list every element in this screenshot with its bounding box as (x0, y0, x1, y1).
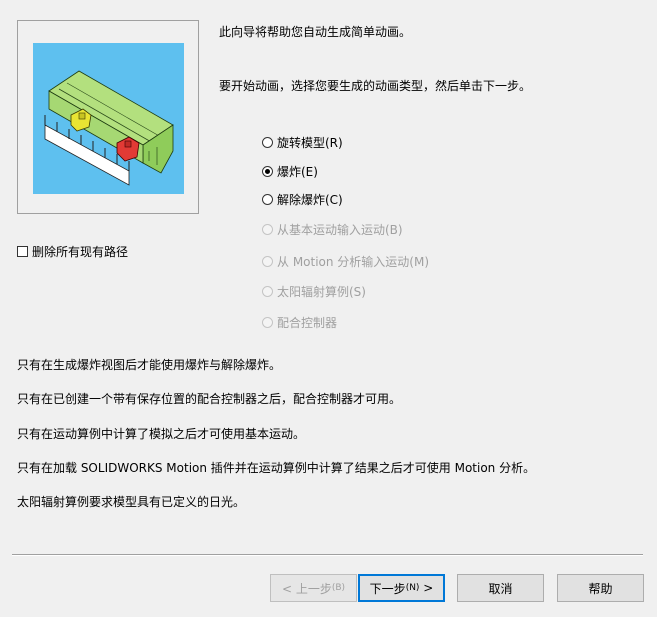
radio-label: 从基本运动输入运动(B) (277, 222, 403, 237)
button-bar-separator (12, 554, 643, 556)
radio-mate-controller: 配合控制器 (262, 314, 337, 330)
radio-collapse[interactable]: 解除爆炸(C) (262, 191, 343, 207)
intro-text-instructions: 要开始动画，选择您要生成的动画类型，然后单击下一步。 (219, 79, 532, 93)
intro-text-wizard-purpose: 此向导将帮助您自动生成简单动画。 (219, 25, 412, 39)
radio-import-basic-motion: 从基本运动输入运动(B) (262, 221, 403, 237)
note-motion-analysis-availability: 只有在加载 SOLIDWORKS Motion 插件并在运动算例中计算了结果之后… (17, 461, 536, 475)
next-button[interactable]: 下一步 (N) > (358, 574, 445, 602)
radio-import-motion-analysis: 从 Motion 分析输入运动(M) (262, 253, 429, 269)
help-button-label: 帮助 (588, 581, 613, 596)
radio-explode[interactable]: 爆炸(E) (262, 163, 318, 179)
delete-existing-paths-checkbox[interactable]: 删除所有现有路径 (17, 243, 128, 260)
assembly-model-preview-image (33, 43, 184, 194)
radio-label: 从 Motion 分析输入运动(M) (277, 254, 430, 269)
note-explode-availability: 只有在生成爆炸视图后才能使用爆炸与解除爆炸。 (17, 358, 282, 372)
cancel-button-label: 取消 (488, 581, 513, 596)
radio-label: 爆炸(E) (277, 164, 318, 179)
radio-indicator[interactable] (262, 193, 273, 205)
back-button-label: < 上一步 (281, 581, 332, 596)
checkbox-label: 删除所有现有路径 (32, 245, 129, 259)
radio-indicator[interactable] (262, 136, 273, 148)
next-button-arrow: > (419, 581, 434, 595)
note-sun-study-requirement: 太阳辐射算例要求模型具有已定义的日光。 (17, 495, 246, 509)
radio-indicator-checked[interactable] (262, 165, 273, 177)
radio-indicator-disabled (262, 255, 273, 267)
radio-rotate-model[interactable]: 旋转模型(R) (262, 134, 343, 150)
note-mate-controller-availability: 只有在已创建一个带有保存位置的配合控制器之后，配合控制器才可用。 (17, 392, 402, 406)
radio-sun-study: 太阳辐射算例(S) (262, 283, 366, 299)
animation-preview (17, 20, 199, 214)
note-basic-motion-availability: 只有在运动算例中计算了模拟之后才可使用基本运动。 (17, 427, 306, 441)
radio-indicator-disabled (262, 223, 273, 235)
checkbox-box[interactable] (17, 246, 28, 257)
radio-indicator-disabled (262, 316, 273, 328)
radio-label: 旋转模型(R) (277, 135, 343, 150)
back-button-accelerator: (B) (331, 583, 346, 593)
next-button-accelerator: (N) (405, 583, 420, 593)
next-button-label: 下一步 (369, 581, 406, 596)
radio-label: 太阳辐射算例(S) (277, 284, 366, 299)
radio-label: 解除爆炸(C) (277, 192, 343, 207)
help-button[interactable]: 帮助 (557, 574, 644, 602)
radio-label: 配合控制器 (277, 315, 338, 330)
cancel-button[interactable]: 取消 (457, 574, 544, 602)
back-button[interactable]: < 上一步 (B) (270, 574, 357, 602)
radio-indicator-disabled (262, 285, 273, 297)
